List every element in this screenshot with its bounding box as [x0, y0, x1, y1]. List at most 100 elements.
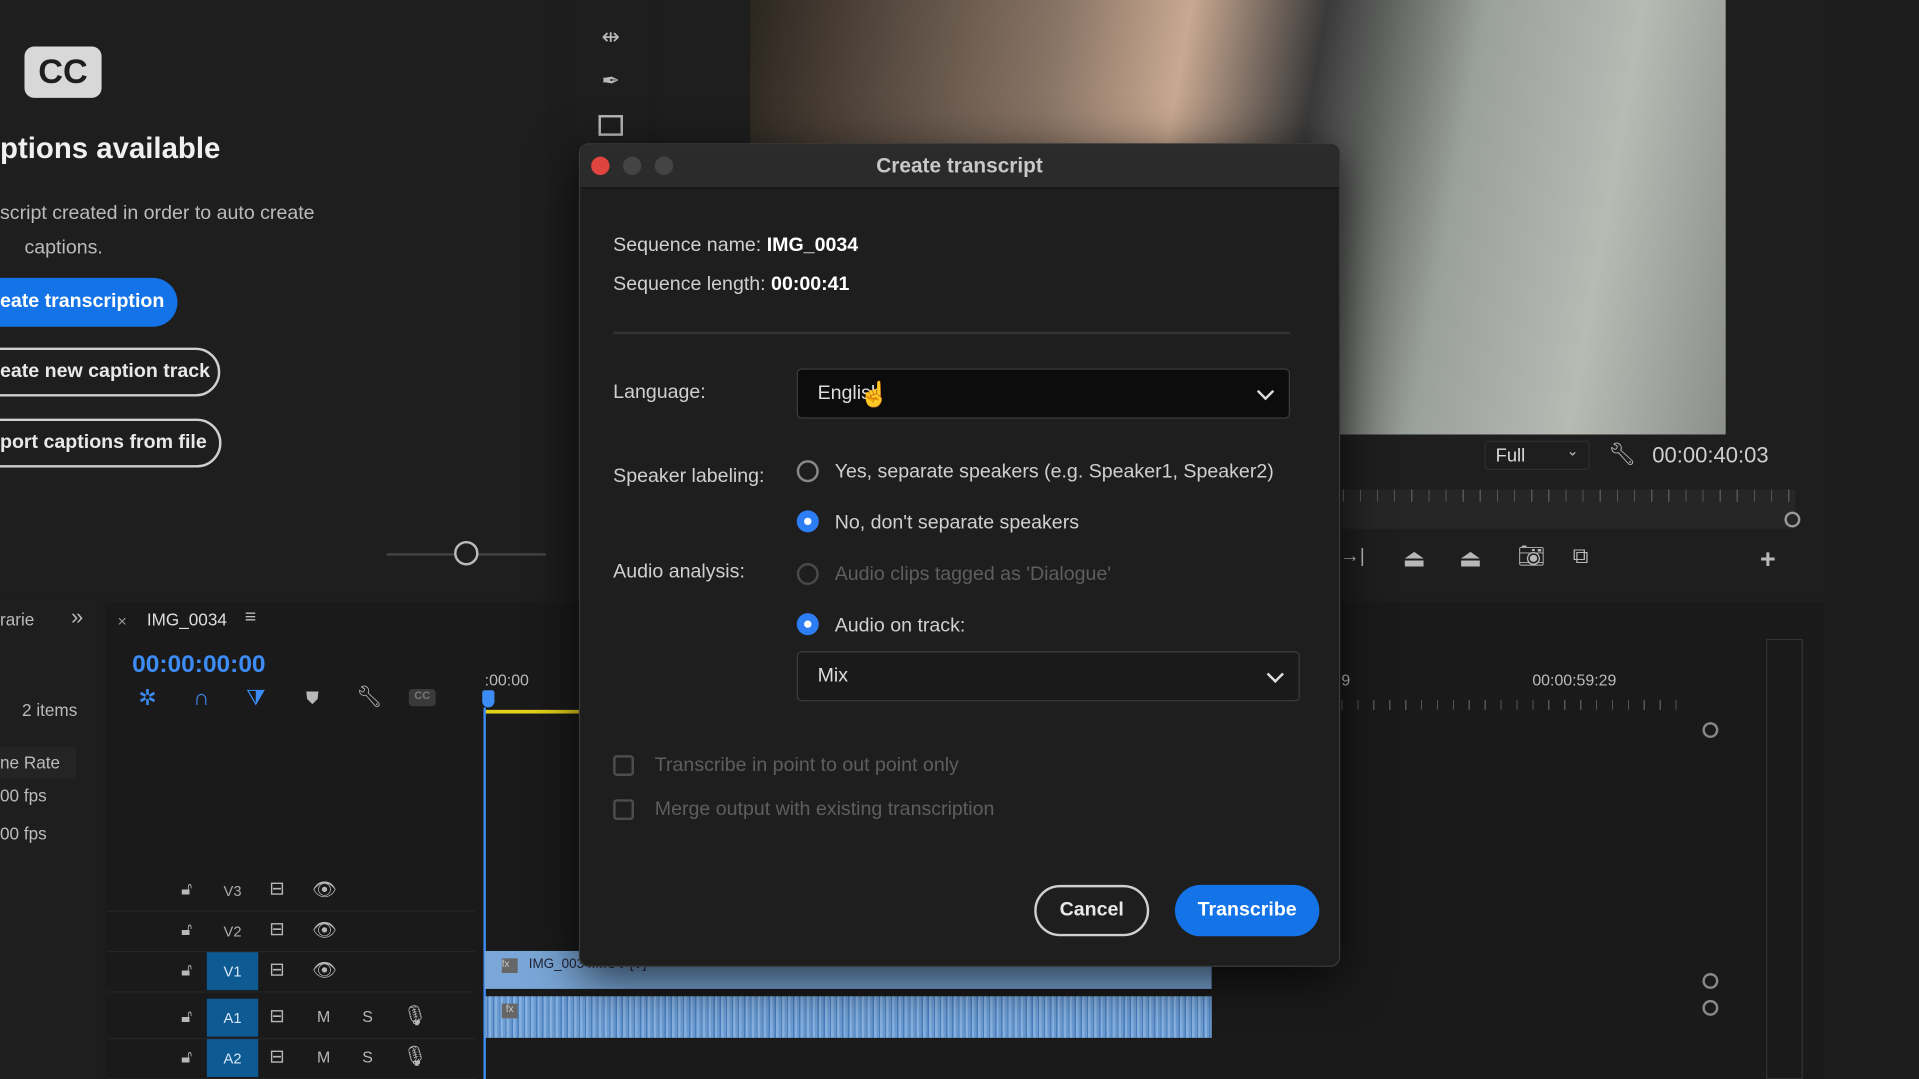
lift-icon[interactable]: ⏏ — [1403, 543, 1426, 574]
sequence-tab[interactable]: IMG_0034 — [147, 610, 227, 630]
eye-icon[interactable]: 👁︎ — [312, 878, 337, 902]
linked-selection-icon[interactable]: ⧩ — [246, 685, 266, 711]
track-header-a2: 🔓︎ A2 ⊟ M S 🎙︎ — [107, 1039, 475, 1079]
create-transcription-button[interactable]: eate transcription — [0, 277, 178, 327]
sync-lock-icon[interactable]: ⊟ — [269, 1045, 284, 1067]
eye-icon[interactable]: 👁︎ — [312, 958, 337, 982]
solo-button[interactable]: S — [362, 1007, 373, 1025]
mute-button[interactable]: M — [317, 1007, 330, 1025]
comparison-view-icon[interactable]: ⧉ — [1573, 543, 1589, 569]
work-area-bar[interactable] — [484, 709, 583, 714]
sync-lock-icon[interactable]: ⊟ — [269, 918, 284, 940]
timeline-ruler[interactable] — [1341, 700, 1691, 710]
tab-menu-icon[interactable]: ≡ — [245, 607, 256, 629]
eye-icon[interactable]: 👁︎ — [312, 918, 337, 942]
transcribe-button[interactable]: Transcribe — [1174, 884, 1320, 937]
mute-button[interactable]: M — [317, 1048, 330, 1066]
track-target-toggle[interactable]: V2 — [207, 912, 258, 950]
microphone-icon[interactable]: 🎙︎ — [403, 1044, 428, 1068]
create-transcription-label: eate transcription — [0, 291, 165, 313]
ruler-partial-time: 9 — [1341, 670, 1351, 690]
lock-icon[interactable]: 🔓︎ — [181, 1006, 192, 1027]
audio-track-label[interactable]: Audio on track: — [835, 616, 966, 638]
speaker-yes-label[interactable]: Yes, separate speakers (e.g. Speaker1, S… — [835, 461, 1274, 483]
zoom-slider-handle[interactable] — [454, 540, 479, 566]
captions-title: ptions available — [0, 132, 221, 166]
lock-icon[interactable]: 🔓︎ — [181, 960, 192, 981]
vertical-scroll-handle[interactable] — [1702, 722, 1719, 739]
track-header-a1: 🔓︎ A1 ⊟ M S 🎙︎ — [107, 998, 475, 1040]
sync-lock-icon[interactable]: ⊟ — [269, 958, 284, 981]
add-button-icon[interactable]: + — [1760, 543, 1776, 575]
resolution-dropdown[interactable]: Full ⌄ — [1484, 440, 1590, 470]
sync-lock-icon[interactable]: ⊟ — [269, 1005, 284, 1027]
playhead-handle[interactable] — [1784, 511, 1801, 528]
lock-icon[interactable]: 🔓︎ — [181, 919, 192, 940]
list-item[interactable]: 00 fps — [0, 786, 47, 806]
solo-button[interactable]: S — [362, 1048, 373, 1066]
lock-icon[interactable]: 🔓︎ — [181, 879, 192, 900]
in-out-label[interactable]: Transcribe in point to out point only — [655, 755, 959, 777]
track-target-toggle[interactable]: V1 — [206, 952, 259, 991]
track-target-toggle[interactable]: A2 — [206, 1039, 259, 1078]
program-timecode[interactable]: 00:00:40:03 — [1652, 443, 1768, 469]
nest-icon[interactable]: ✲ — [138, 685, 156, 711]
cc-badge-text: CC — [38, 52, 88, 91]
import-captions-button[interactable]: port captions from file — [0, 418, 222, 468]
wrench-icon[interactable]: 🔧︎ — [1608, 442, 1636, 468]
merge-label[interactable]: Merge output with existing transcription — [655, 799, 995, 821]
cancel-label: Cancel — [1059, 899, 1124, 921]
audio-track-radio[interactable] — [796, 613, 819, 636]
track-target-toggle[interactable]: A1 — [206, 998, 259, 1037]
list-item[interactable]: 00 fps — [0, 824, 47, 844]
captions-description-2: captions. — [24, 237, 103, 259]
merge-checkbox[interactable] — [613, 799, 634, 821]
sequence-length-value: 00:00:41 — [771, 274, 850, 295]
audio-dialogue-label: Audio clips tagged as 'Dialogue' — [834, 564, 1112, 586]
dialog-title-bar[interactable]: Create transcript — [580, 144, 1339, 189]
vertical-scroll-handle[interactable] — [1702, 999, 1719, 1016]
captions-toggle-icon[interactable]: CC — [408, 689, 436, 707]
mouse-cursor-icon: ☝ — [859, 381, 890, 409]
panel-overflow-icon[interactable]: » — [71, 605, 83, 631]
timeline-timecode[interactable]: 00:00:00:00 — [132, 651, 265, 679]
sync-lock-icon[interactable]: ⊟ — [269, 878, 284, 900]
cc-icon: CC — [24, 46, 102, 98]
chevron-down-icon: ⌄ — [1566, 441, 1579, 459]
project-panel: rarie » 2 items ne Rate 00 fps 00 fps — [0, 602, 101, 1079]
ripple-edit-icon[interactable]: ⇹ — [592, 24, 629, 50]
snap-magnet-icon[interactable]: ∩ — [193, 685, 209, 711]
monitor-ruler[interactable] — [1342, 489, 1796, 529]
camera-icon[interactable]: 📷︎ — [1518, 543, 1546, 569]
add-marker-icon[interactable]: ⛊ — [306, 688, 319, 709]
frame-rate-header[interactable]: ne Rate — [0, 746, 76, 779]
create-caption-track-button[interactable]: eate new caption track — [0, 347, 221, 397]
audio-track-dropdown[interactable]: Mix — [796, 651, 1300, 702]
language-label: Language: — [613, 381, 706, 403]
speaker-no-label[interactable]: No, don't separate speakers — [835, 513, 1079, 535]
frame-rate-header-label: ne Rate — [0, 752, 61, 773]
go-to-out-icon[interactable]: →| — [1340, 546, 1365, 568]
fx-badge-icon: fx — [501, 1003, 518, 1019]
sequence-name-label: Sequence name: — [613, 234, 762, 256]
microphone-icon[interactable]: 🎙︎ — [403, 1004, 428, 1028]
vertical-scroll-handle[interactable] — [1702, 973, 1719, 989]
playhead[interactable] — [482, 690, 495, 708]
speaker-yes-radio[interactable] — [796, 460, 819, 483]
transcribe-label: Transcribe — [1197, 899, 1297, 921]
clip-a1-waveform[interactable]: fx — [484, 996, 1212, 1038]
ruler-start-time: :00:00 — [484, 670, 529, 690]
ruler-end-time: 00:00:59:29 — [1532, 670, 1617, 690]
close-tab-icon[interactable]: × — [117, 612, 126, 630]
track-target-toggle[interactable]: V3 — [207, 871, 258, 909]
lock-icon[interactable]: 🔓︎ — [181, 1046, 192, 1067]
timeline-settings-wrench-icon[interactable]: 🔧︎ — [356, 685, 382, 709]
audio-meter — [1766, 638, 1803, 1079]
rectangle-tool-icon[interactable] — [598, 115, 623, 136]
project-tab[interactable]: rarie — [0, 610, 34, 630]
cancel-button[interactable]: Cancel — [1034, 884, 1150, 937]
speaker-no-radio[interactable] — [796, 510, 819, 533]
extract-icon[interactable]: ⏏ — [1459, 543, 1482, 574]
pen-icon[interactable]: ✒ — [592, 69, 629, 95]
in-out-checkbox[interactable] — [613, 755, 634, 776]
